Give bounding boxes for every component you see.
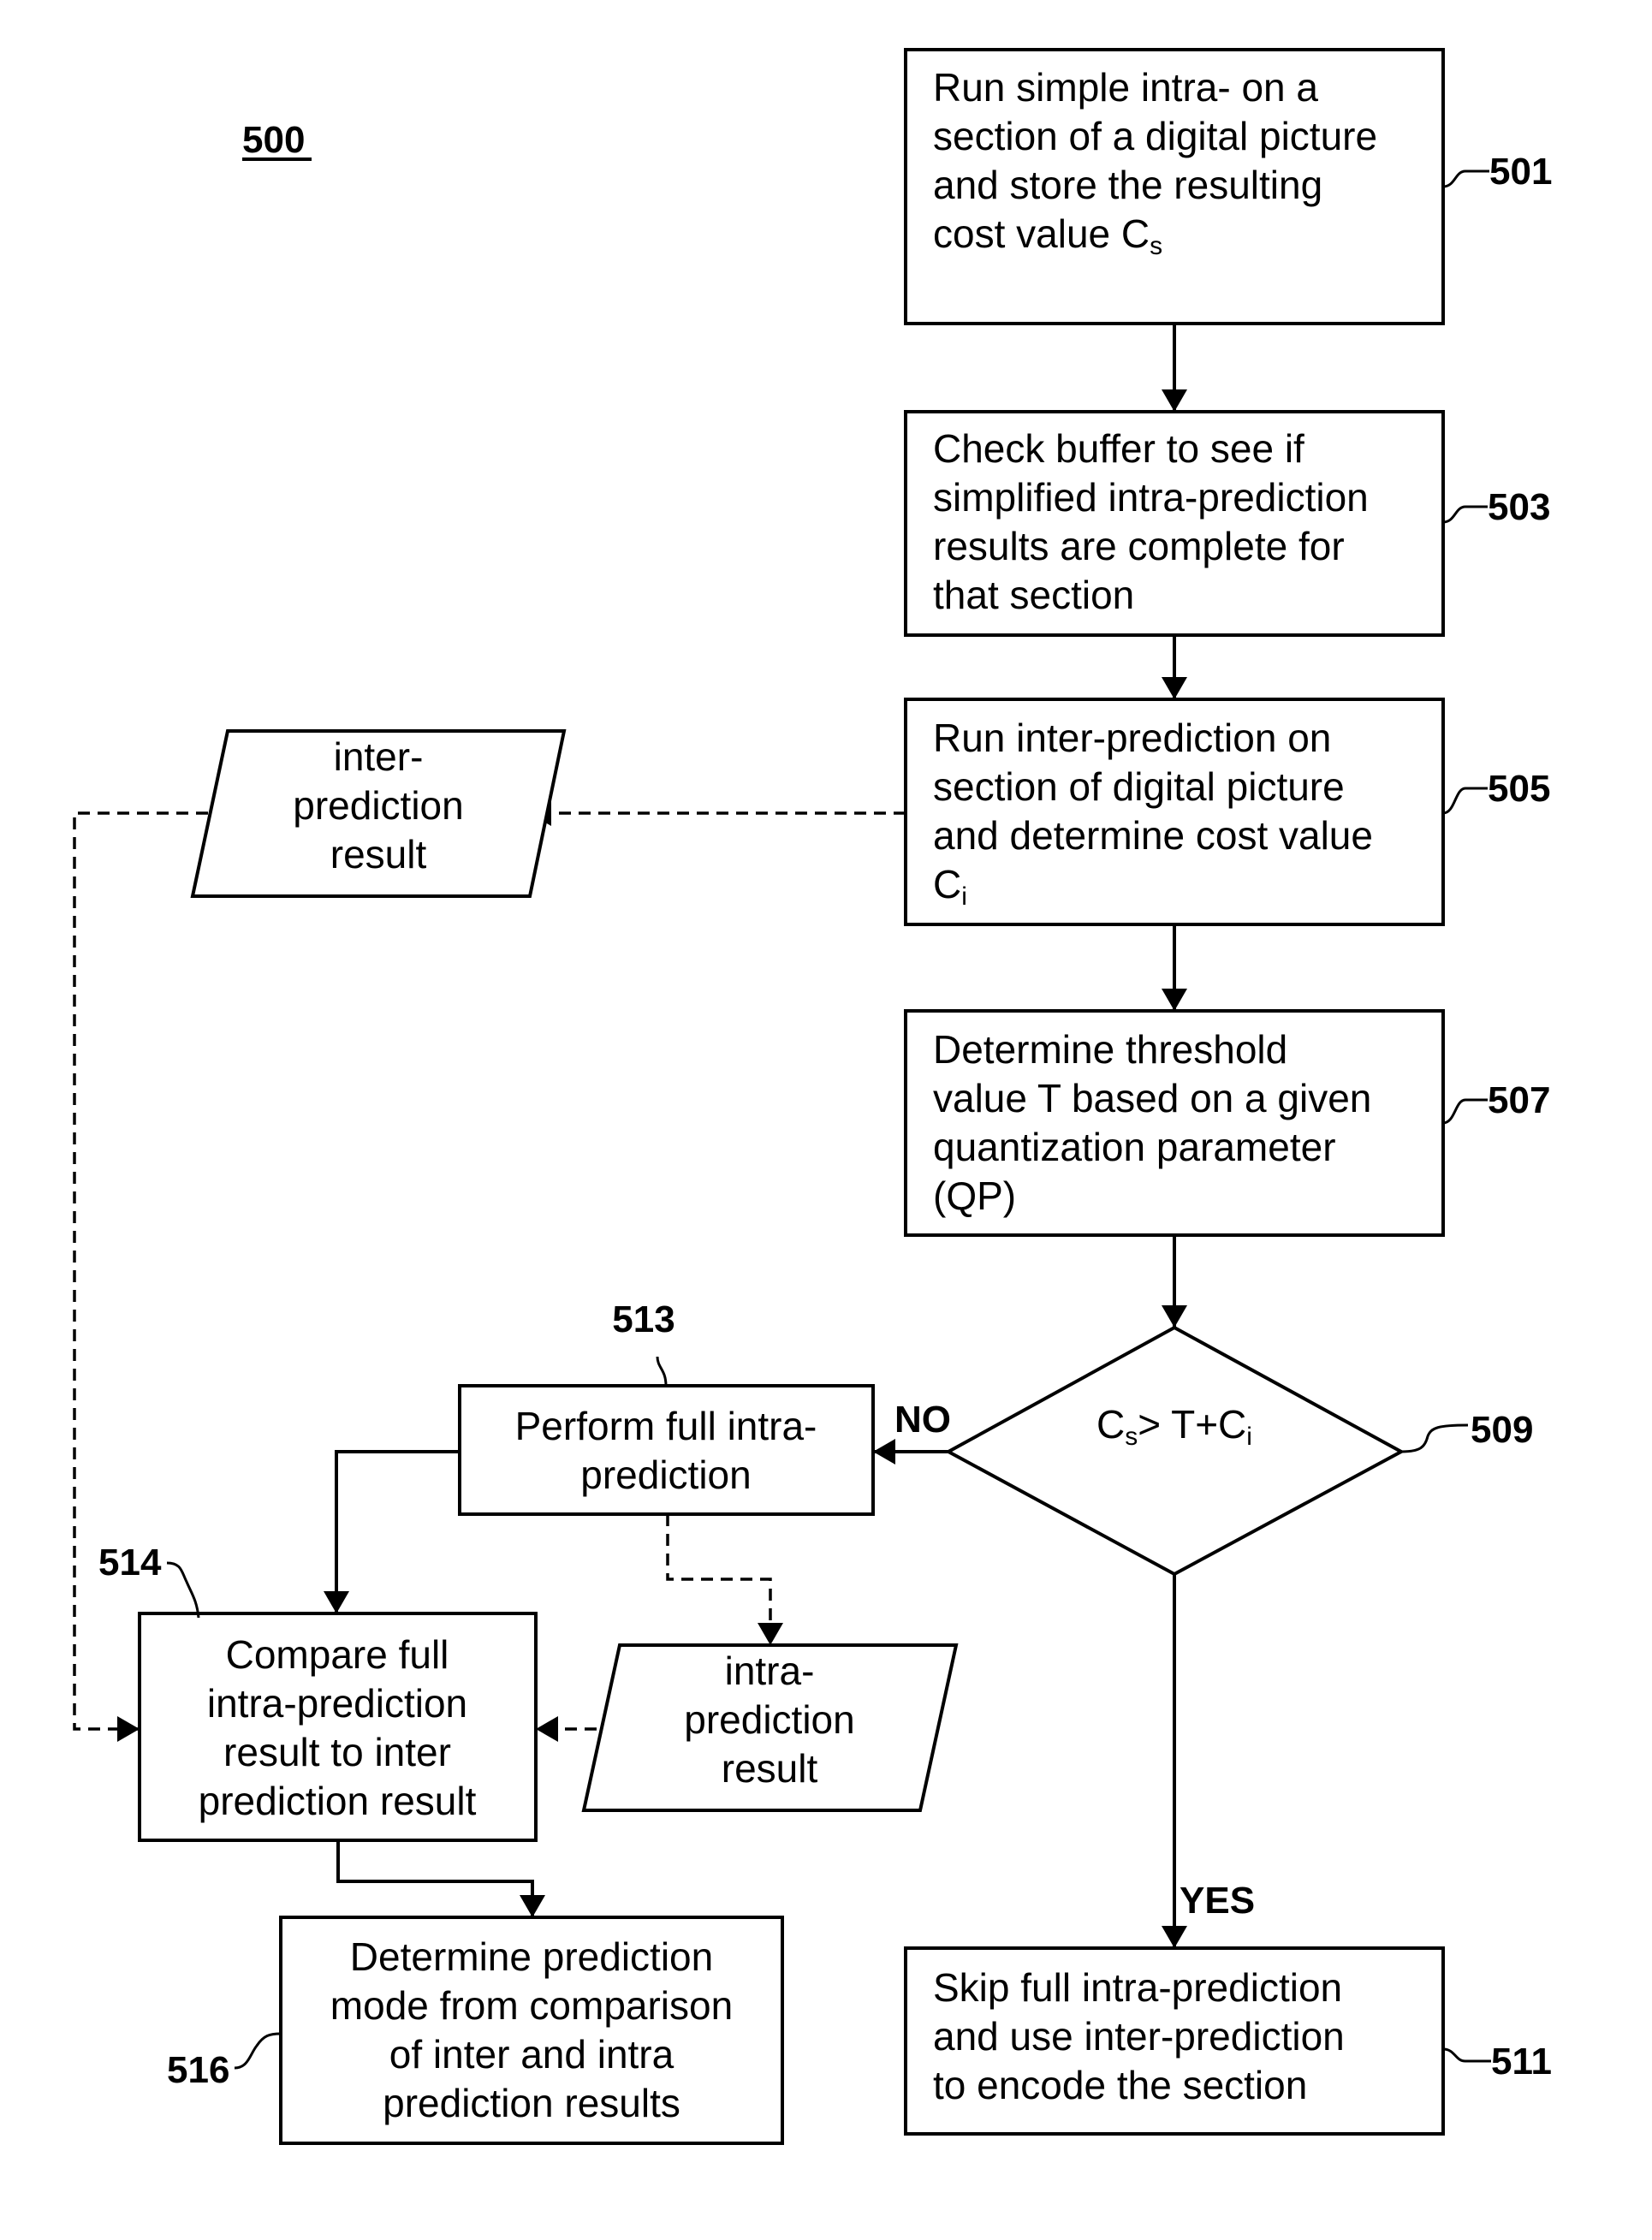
- step-503-line-3: results are complete for: [933, 524, 1345, 568]
- ref-514-leader: [166, 1561, 200, 1619]
- ref-516-leader: [234, 2032, 282, 2070]
- ref-503: 503: [1488, 486, 1550, 528]
- step-513-line-2: prediction: [580, 1453, 751, 1497]
- step-505-box: Run inter-prediction on section of digit…: [904, 698, 1445, 926]
- step-501-line-3: and store the resulting: [933, 163, 1322, 207]
- ref-513: 513: [612, 1298, 674, 1340]
- ref-514: 514: [98, 1542, 162, 1583]
- step-507-line-4: (QP): [933, 1173, 1016, 1218]
- step-507-box: Determine threshold value T based on a g…: [904, 1009, 1445, 1237]
- step-516-line-3: of inter and intra: [389, 2032, 674, 2077]
- decision-509-diamond: Cs> T+Ci: [944, 1325, 1405, 1577]
- condition-cs: C: [1096, 1402, 1125, 1447]
- intra-result-line-1: intra-: [725, 1649, 815, 1693]
- step-516-line-4: prediction results: [383, 2081, 680, 2125]
- step-511-box: Skip full intra-prediction and use inter…: [904, 1946, 1445, 2136]
- step-501-box: Run simple intra- on a section of a digi…: [904, 48, 1445, 325]
- ref-511: 511: [1491, 2041, 1552, 2083]
- step-514-line-1: Compare full: [226, 1632, 449, 1677]
- dashed-arrow-513-to-intra-result: [666, 1514, 783, 1645]
- step-513-line-1: Perform full intra-: [515, 1404, 817, 1448]
- ref-516: 516: [167, 2049, 229, 2091]
- step-511-line-2: and use inter-prediction: [933, 2014, 1345, 2059]
- inter-result-line-1: inter-: [334, 734, 424, 779]
- dashed-arrow-inter-result-to-514: [73, 811, 228, 1742]
- step-501-line-2: section of a digital picture: [933, 114, 1377, 158]
- condition-op: > T+C: [1138, 1402, 1246, 1447]
- arrow-514-to-516: [336, 1840, 545, 1917]
- step-516-line-2: mode from comparison: [330, 1983, 733, 2028]
- figure-label: 500: [242, 119, 305, 161]
- step-514-line-3: result to inter: [223, 1730, 451, 1774]
- step-505-line-2: section of digital picture: [933, 764, 1345, 809]
- ref-501: 501: [1489, 151, 1552, 193]
- intra-prediction-result-node: intra- prediction result: [581, 1643, 959, 1812]
- ref-513-leader: [656, 1356, 668, 1387]
- ref-501-leader: [1442, 169, 1489, 188]
- step-514-line-2: intra-prediction: [207, 1681, 467, 1726]
- ref-511-leader: [1442, 2047, 1491, 2063]
- ref-505: 505: [1488, 768, 1550, 810]
- step-501-line-1: Run simple intra- on a: [933, 65, 1318, 110]
- branch-label-yes: YES: [1180, 1880, 1255, 1922]
- step-505-line-3: and determine cost value: [933, 813, 1373, 858]
- condition-ci-sub: i: [1246, 1423, 1252, 1451]
- inter-result-line-2: prediction: [293, 783, 463, 828]
- ref-507: 507: [1488, 1079, 1550, 1121]
- intra-result-line-3: result: [722, 1746, 818, 1791]
- inter-result-line-3: result: [330, 832, 427, 876]
- step-511-line-3: to encode the section: [933, 2063, 1307, 2107]
- ref-509-leader: [1400, 1423, 1469, 1453]
- ref-509: 509: [1471, 1409, 1533, 1451]
- flowchart: 500 Run simple intra- on a section of a …: [73, 48, 1552, 2145]
- step-505-subscript: i: [961, 882, 967, 911]
- inter-prediction-result-node: inter- prediction result: [190, 729, 567, 898]
- step-503-line-4: that section: [933, 573, 1134, 617]
- step-503-box: Check buffer to see if simplified intra-…: [904, 410, 1445, 637]
- step-513-box: Perform full intra- prediction: [458, 1384, 875, 1516]
- step-507-line-2: value T based on a given: [933, 1076, 1371, 1120]
- step-501-line-4: cost value Cs: [933, 211, 1162, 260]
- step-516-line-1: Determine prediction: [350, 1934, 713, 1979]
- step-505-line-4-text: C: [933, 862, 961, 906]
- decision-509-condition: Cs> T+Ci: [1096, 1402, 1252, 1451]
- ref-505-leader: [1442, 787, 1488, 815]
- ref-503-leader: [1442, 505, 1488, 524]
- arrow-513-to-514: [324, 1450, 460, 1613]
- step-511-line-1: Skip full intra-prediction: [933, 1965, 1342, 2010]
- step-514-line-4: prediction result: [199, 1779, 477, 1823]
- step-503-line-2: simplified intra-prediction: [933, 475, 1369, 520]
- step-505-line-1: Run inter-prediction on: [933, 716, 1331, 760]
- intra-result-line-2: prediction: [684, 1697, 854, 1742]
- step-501-line-4-text: cost value C: [933, 211, 1150, 256]
- step-516-box: Determine prediction mode from compariso…: [279, 1916, 784, 2145]
- step-503-line-1: Check buffer to see if: [933, 426, 1304, 471]
- step-507-line-1: Determine threshold: [933, 1027, 1287, 1072]
- step-501-subscript: s: [1150, 232, 1162, 260]
- condition-cs-sub: s: [1125, 1423, 1138, 1451]
- step-507-line-3: quantization parameter: [933, 1125, 1336, 1169]
- branch-label-no: NO: [894, 1399, 951, 1441]
- step-514-box: Compare full intra-prediction result to …: [138, 1612, 538, 1842]
- ref-507-leader: [1442, 1098, 1488, 1125]
